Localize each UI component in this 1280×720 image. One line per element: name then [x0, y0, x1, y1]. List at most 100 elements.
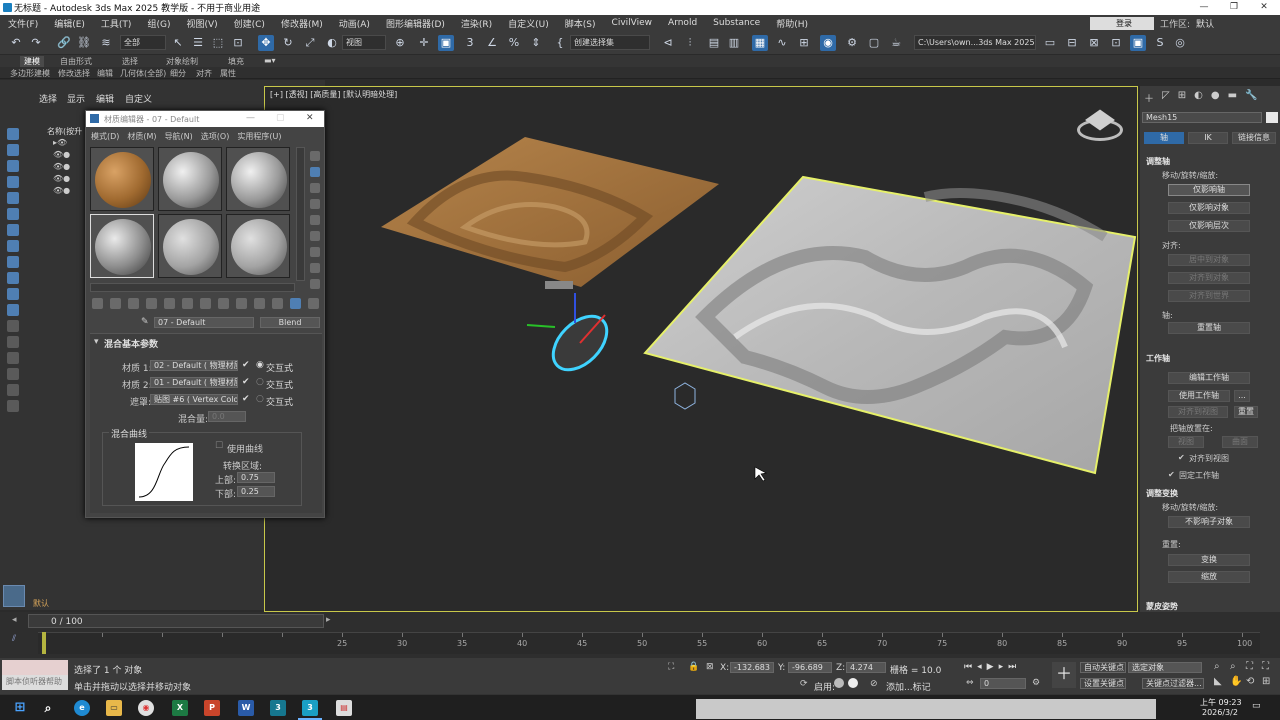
scene-tab[interactable]: 选择: [39, 92, 57, 105]
list-icon[interactable]: [7, 352, 19, 364]
light-object[interactable]: [545, 281, 573, 289]
time-slider-prev-icon[interactable]: ◂: [12, 615, 17, 625]
ref-coord-dropdown[interactable]: 视图: [342, 35, 386, 50]
ik-tab[interactable]: IK: [1188, 132, 1228, 144]
3dsmax-icon-1[interactable]: 3: [270, 700, 286, 716]
layer-icon-b[interactable]: [7, 320, 19, 332]
ribbon-tab[interactable]: 建模: [20, 56, 44, 67]
find-icon[interactable]: [7, 272, 19, 284]
menu-item[interactable]: 图形编辑器(D): [378, 17, 453, 30]
menu-item[interactable]: CivilView: [604, 18, 660, 28]
maximize-viewport-icon[interactable]: ⊞: [1262, 676, 1270, 687]
key-filters-button[interactable]: 关键点过滤器...: [1142, 678, 1204, 689]
use-working-pivot-button[interactable]: 使用工作轴: [1168, 390, 1230, 402]
layer-icon[interactable]: [7, 160, 19, 172]
mat1-enable-check[interactable]: ✔: [242, 360, 250, 370]
material-editor-close-icon[interactable]: ✕: [306, 113, 314, 123]
spinner-snap-icon[interactable]: ⇕: [528, 35, 544, 51]
container-icon[interactable]: [7, 176, 19, 188]
zoom-extents-all-icon[interactable]: ⛶: [1262, 661, 1269, 672]
add-time-tag[interactable]: 添加...标记: [886, 680, 931, 693]
enabled-toggle-icon[interactable]: [834, 678, 844, 688]
video-check-icon[interactable]: [310, 215, 320, 225]
filter-icon-b[interactable]: [7, 384, 19, 396]
scale-reset-button[interactable]: 缩放: [1168, 571, 1250, 583]
align-to-view-checkbox[interactable]: ✔: [1178, 453, 1185, 462]
cube-icon[interactable]: [7, 400, 19, 412]
go-forward-icon[interactable]: [290, 298, 301, 309]
layer-name[interactable]: 默认: [33, 598, 49, 609]
material-sample-slot[interactable]: [158, 147, 222, 211]
material-sample-slot[interactable]: [158, 214, 222, 278]
3dsmax-icon-2[interactable]: 3: [302, 700, 318, 716]
menu-item[interactable]: 动画(A): [331, 17, 378, 30]
next-frame-icon[interactable]: ▸: [999, 662, 1004, 674]
link-info-tab[interactable]: 链接信息: [1232, 132, 1276, 144]
select-object-icon[interactable]: ↖: [170, 35, 186, 51]
display-icon[interactable]: [7, 144, 19, 156]
zoom-extents-icon[interactable]: ⛶: [1246, 661, 1253, 672]
ribbon-tab[interactable]: 选择: [122, 56, 138, 67]
sort-icon[interactable]: [7, 240, 19, 252]
go-to-start-icon[interactable]: ⏮: [964, 662, 972, 674]
funnel-icon[interactable]: [7, 368, 19, 380]
undo-icon[interactable]: ↶: [8, 35, 24, 51]
select-rotate-icon[interactable]: ↻: [280, 35, 296, 51]
mix-amount-spinner[interactable]: 0.0: [208, 411, 246, 422]
zoom-all-icon[interactable]: ⌕: [1230, 661, 1236, 672]
minimize-icon[interactable]: —: [1190, 0, 1218, 15]
ok-icon[interactable]: [7, 336, 19, 348]
adjust-transform-title[interactable]: 调整变换: [1146, 488, 1178, 499]
ribbon-tab[interactable]: 对象绘制: [166, 56, 198, 67]
absolute-mode-icon[interactable]: ⊠: [706, 662, 714, 672]
pivot-center-icon[interactable]: ⊕: [392, 35, 408, 51]
render-teapot-icon[interactable]: ☕: [888, 35, 904, 51]
material-sample-slot[interactable]: [226, 214, 290, 278]
material-type-button[interactable]: Blend: [260, 317, 320, 328]
skin-pose-title[interactable]: 蒙皮姿势: [1146, 601, 1178, 612]
placement-icon[interactable]: ◐: [324, 35, 340, 51]
search-icon[interactable]: ⌕: [40, 700, 56, 716]
close-icon[interactable]: ✕: [1250, 0, 1278, 15]
menu-item[interactable]: 渲染(R): [453, 17, 500, 30]
time-tag-icon[interactable]: [848, 678, 858, 688]
adaptive-degradation-icon[interactable]: ⟳: [800, 679, 808, 689]
selection-filter-dropdown[interactable]: 全部: [120, 35, 166, 50]
curve-editor-icon[interactable]: ∿: [774, 35, 790, 51]
maxscript-hint-box[interactable]: 脚本侦听器帮助: [2, 675, 68, 690]
ribbon-subtab[interactable]: 修改选择: [58, 68, 90, 79]
ribbon-subtab[interactable]: 细分: [170, 68, 186, 79]
excel-icon[interactable]: X: [172, 700, 188, 716]
mask-enable-check[interactable]: ✔: [242, 394, 250, 404]
select-scale-icon[interactable]: ⤢: [302, 35, 318, 51]
time-slider-next-icon[interactable]: ▸: [326, 615, 331, 625]
car-model[interactable]: [526, 293, 617, 380]
preview-icon[interactable]: [310, 231, 320, 241]
make-copy-icon[interactable]: [164, 298, 175, 309]
track-bar[interactable]: 25 30 35 40 45 50 55 60 65 70 75 80 85 90 95 100: [38, 632, 1260, 654]
named-selection-dropdown[interactable]: 创建选择集: [570, 35, 650, 50]
x-coordinate-field[interactable]: -132.683: [730, 662, 774, 673]
motion-tab-icon[interactable]: ◐: [1194, 90, 1203, 106]
affect-pivot-button[interactable]: 仅影响轴: [1168, 184, 1250, 196]
menu-item[interactable]: 视图(V): [178, 17, 225, 30]
put-to-library-icon[interactable]: [200, 298, 211, 309]
select-by-material-icon[interactable]: [310, 263, 320, 273]
menu-item[interactable]: 组(G): [139, 17, 178, 30]
menu-item[interactable]: 创建(C): [226, 17, 273, 30]
edit-working-pivot-button[interactable]: 编辑工作轴: [1168, 372, 1250, 384]
object-name-field[interactable]: Mesh15: [1142, 112, 1262, 123]
modify-tab-icon[interactable]: ◸: [1162, 90, 1170, 106]
lock-icon[interactable]: [7, 288, 19, 300]
select-manipulate-icon[interactable]: ✛: [416, 35, 432, 51]
menu-item[interactable]: Arnold: [660, 18, 705, 28]
zoom-icon[interactable]: ⌕: [1214, 661, 1220, 672]
filter-icon[interactable]: [7, 192, 19, 204]
show-end-result-icon[interactable]: [254, 298, 265, 309]
scene-tab[interactable]: 编辑: [96, 92, 114, 105]
menu-item[interactable]: 文件(F): [0, 17, 46, 30]
pivot-tab[interactable]: 轴: [1144, 132, 1184, 144]
align-to-world-button[interactable]: 对齐到世界: [1168, 290, 1250, 302]
ribbon-subtab[interactable]: 编辑: [97, 68, 113, 79]
reset-map-icon[interactable]: [146, 298, 157, 309]
